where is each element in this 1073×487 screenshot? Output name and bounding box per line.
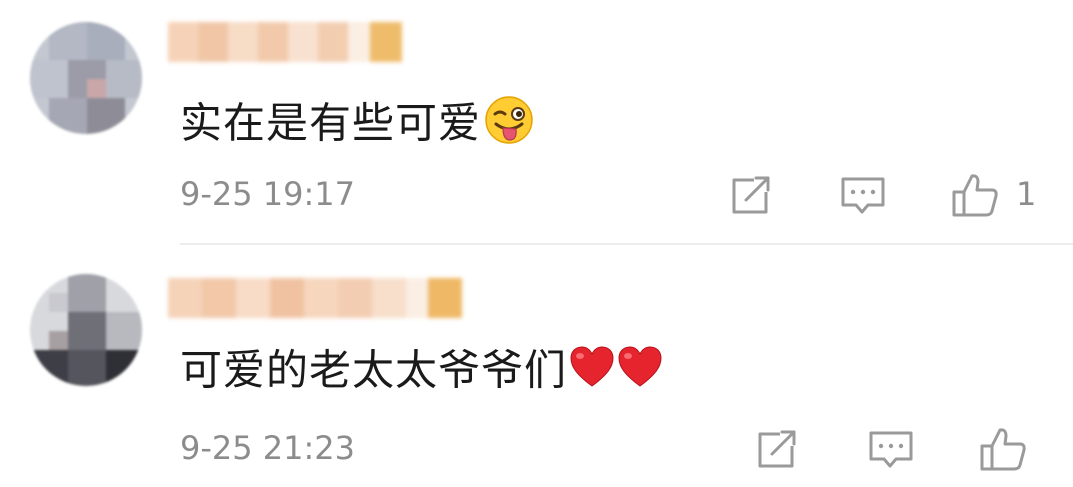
comment-text: 可爱的老太太爷爷们 (180, 344, 663, 402)
reply-icon (869, 431, 913, 468)
like-button[interactable] (978, 424, 1028, 474)
username-redacted[interactable] (168, 22, 408, 62)
thumbs-up-icon (980, 428, 1026, 471)
reply-button[interactable] (838, 170, 888, 220)
share-button[interactable] (726, 170, 776, 220)
like-button[interactable] (950, 170, 1000, 220)
red-heart-icon (569, 344, 663, 402)
thumbs-up-icon (952, 174, 998, 217)
comment-item: 可爱的老太太爷爷们 9-25 21:23 (0, 244, 1073, 487)
winking-face-with-tongue-icon (483, 94, 535, 158)
comment-text: 实在是有些可爱 (180, 94, 535, 158)
share-icon (732, 176, 770, 214)
comment-text-content: 实在是有些可爱 (180, 98, 482, 148)
like-count: 1 (1016, 175, 1037, 213)
avatar[interactable] (30, 274, 142, 386)
comment-timestamp: 9-25 21:23 (180, 429, 356, 467)
share-button[interactable] (752, 424, 802, 474)
comment-timestamp: 9-25 19:17 (180, 175, 356, 213)
username-redacted[interactable] (168, 278, 468, 318)
comment-text-content: 可爱的老太太爷爷们 (180, 345, 568, 395)
avatar[interactable] (30, 22, 142, 134)
reply-icon (841, 177, 885, 214)
reply-button[interactable] (866, 424, 916, 474)
share-icon (758, 430, 796, 468)
comment-item: 实在是有些可爱 9-25 19:17 1 (0, 0, 1073, 244)
